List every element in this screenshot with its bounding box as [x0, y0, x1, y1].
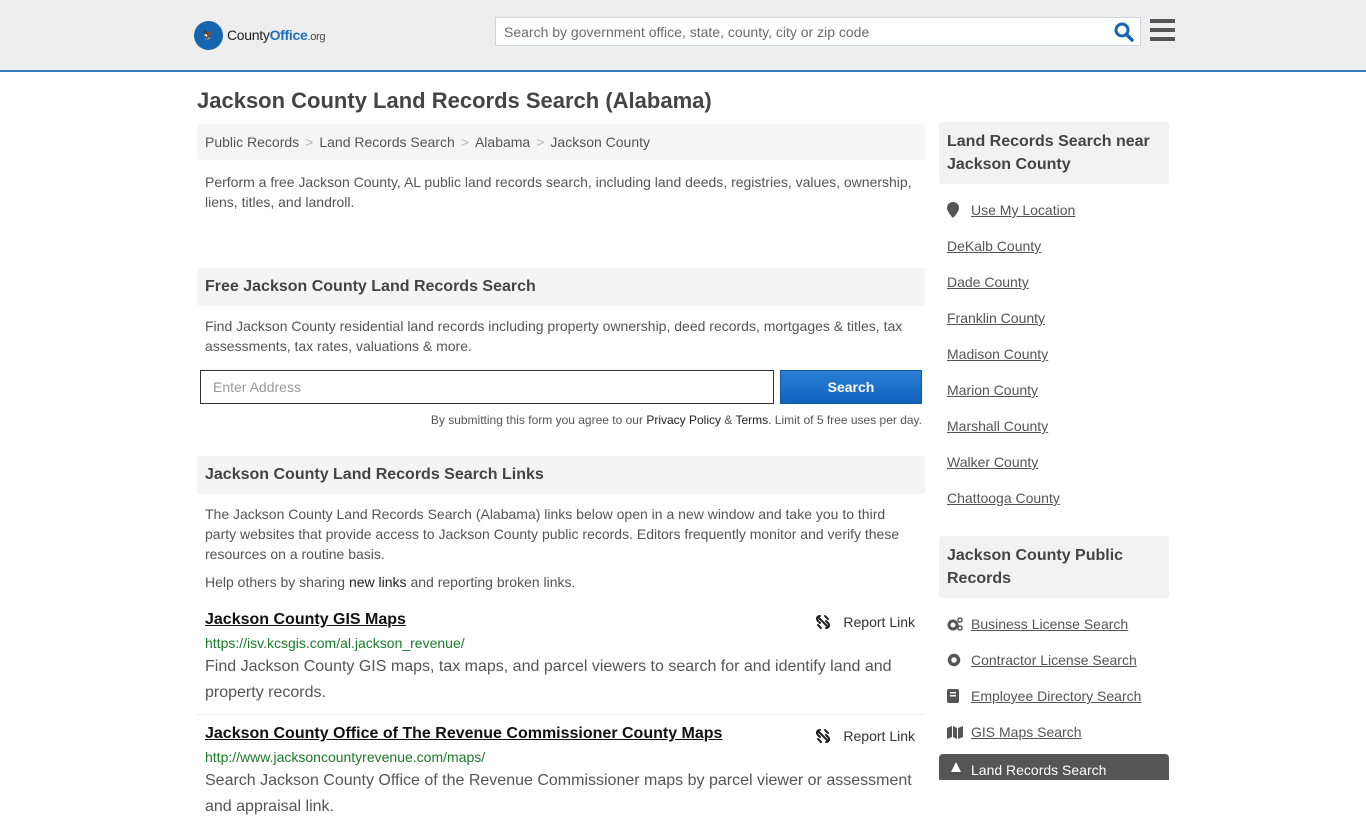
- result-item: Jackson County GIS Maps Report Link http…: [197, 611, 925, 715]
- eagle-logo-icon: 🦅: [194, 20, 223, 50]
- result-description: Search Jackson County Office of the Reve…: [205, 772, 912, 815]
- breadcrumb: Public Records > Land Records Search > Alaba…: [197, 124, 925, 160]
- nearby-county-dekalb[interactable]: DeKalb County: [947, 238, 1041, 254]
- nearby-county-link[interactable]: Chattooga County: [939, 480, 1169, 516]
- public-record-employee-directory[interactable]: Employee Directory Search: [939, 678, 1169, 714]
- report-link-button[interactable]: Report Link: [815, 728, 915, 744]
- result-url: http://www.jacksoncountyrevenue.com/maps…: [205, 749, 486, 765]
- address-input[interactable]: [200, 370, 774, 404]
- breadcrumb-public-records[interactable]: Public Records: [205, 134, 299, 150]
- site-logo[interactable]: 🦅 CountyOffice.org: [194, 20, 326, 50]
- use-my-location[interactable]: Use My Location: [939, 192, 1169, 228]
- result-description: Find Jackson County GIS maps, tax maps, …: [205, 658, 892, 701]
- breadcrumb-alabama[interactable]: Alabama: [475, 134, 530, 150]
- public-records-heading: Jackson County Public Records: [939, 536, 1169, 598]
- nearby-county-link[interactable]: Marshall County: [939, 408, 1169, 444]
- tree-icon: [951, 762, 971, 779]
- breadcrumb-current: Jackson County: [550, 134, 651, 150]
- free-search-heading: Free Jackson County Land Records Search: [197, 268, 925, 306]
- privacy-policy-link[interactable]: Privacy Policy: [646, 413, 721, 427]
- main-content: Public Records > Land Records Search > Alaba…: [197, 124, 925, 820]
- nearby-county-walker[interactable]: Walker County: [947, 454, 1038, 470]
- nearby-county-link[interactable]: DeKalb County: [939, 228, 1169, 264]
- site-search: [495, 17, 1141, 46]
- form-disclaimer: By submitting this form you agree to our…: [430, 413, 922, 427]
- intro-text: Perform a free Jackson County, AL public…: [205, 174, 912, 210]
- public-record-business-license[interactable]: Business License Search: [939, 606, 1169, 642]
- nearby-county-link[interactable]: Walker County: [939, 444, 1169, 480]
- page-title: Jackson County Land Records Search (Alab…: [197, 88, 712, 113]
- result-title-link[interactable]: Jackson County GIS Maps: [205, 611, 406, 629]
- logo-text: CountyOffice.org: [227, 27, 326, 43]
- broken-link-icon: [816, 729, 831, 743]
- free-search-text: Find Jackson County residential land rec…: [205, 318, 903, 354]
- gear-icon: [947, 653, 971, 667]
- sidebar: Land Records Search near Jackson County …: [939, 122, 1169, 780]
- land-records-active-label: Land Records Search: [971, 762, 1107, 778]
- hamburger-menu-icon[interactable]: [1150, 19, 1175, 41]
- public-record-contractor-license[interactable]: Contractor License Search: [939, 642, 1169, 678]
- broken-link-icon: [816, 615, 831, 629]
- nearby-county-link[interactable]: Franklin County: [939, 300, 1169, 336]
- site-header: 🦅 CountyOffice.org: [0, 0, 1366, 72]
- address-search-form: Search: [197, 370, 925, 404]
- new-links-link[interactable]: new links: [349, 574, 407, 590]
- cogs-icon: [947, 617, 971, 631]
- breadcrumb-land-records-search[interactable]: Land Records Search: [319, 134, 454, 150]
- map-marker-icon: [947, 202, 971, 218]
- links-intro-text: The Jackson County Land Records Search (…: [205, 506, 900, 562]
- public-record-gis-maps[interactable]: GIS Maps Search: [939, 714, 1169, 750]
- contractor-license-link[interactable]: Contractor License Search: [971, 652, 1137, 668]
- book-icon: [947, 689, 971, 703]
- nearby-county-link[interactable]: Dade County: [939, 264, 1169, 300]
- nearby-county-marshall[interactable]: Marshall County: [947, 418, 1048, 434]
- public-record-land-records-active[interactable]: Land Records Search: [939, 754, 1169, 780]
- report-link-button[interactable]: Report Link: [815, 614, 915, 630]
- map-icon: [947, 725, 971, 739]
- site-search-input[interactable]: [496, 18, 1096, 45]
- address-search-button[interactable]: Search: [780, 370, 922, 404]
- nearby-county-marion[interactable]: Marion County: [947, 382, 1038, 398]
- nearby-county-chattooga[interactable]: Chattooga County: [947, 490, 1060, 506]
- search-icon[interactable]: [1114, 22, 1134, 42]
- nearby-county-link[interactable]: Marion County: [939, 372, 1169, 408]
- report-link-label: Report Link: [843, 614, 915, 630]
- help-text: Help others by sharing new links and rep…: [205, 574, 576, 590]
- result-url: https://isv.kcsgis.com/al.jackson_revenu…: [205, 635, 465, 651]
- gis-maps-link[interactable]: GIS Maps Search: [971, 724, 1082, 740]
- nearby-county-link[interactable]: Madison County: [939, 336, 1169, 372]
- nearby-heading: Land Records Search near Jackson County: [939, 122, 1169, 184]
- employee-directory-link[interactable]: Employee Directory Search: [971, 688, 1141, 704]
- terms-link[interactable]: Terms: [735, 413, 768, 427]
- report-link-label: Report Link: [843, 728, 915, 744]
- nearby-county-madison[interactable]: Madison County: [947, 346, 1048, 362]
- nearby-county-dade[interactable]: Dade County: [947, 274, 1029, 290]
- business-license-link[interactable]: Business License Search: [971, 616, 1128, 632]
- use-my-location-link[interactable]: Use My Location: [971, 202, 1075, 218]
- nearby-county-franklin[interactable]: Franklin County: [947, 310, 1045, 326]
- result-title-link[interactable]: Jackson County Office of The Revenue Com…: [205, 725, 722, 743]
- links-heading: Jackson County Land Records Search Links: [197, 456, 925, 494]
